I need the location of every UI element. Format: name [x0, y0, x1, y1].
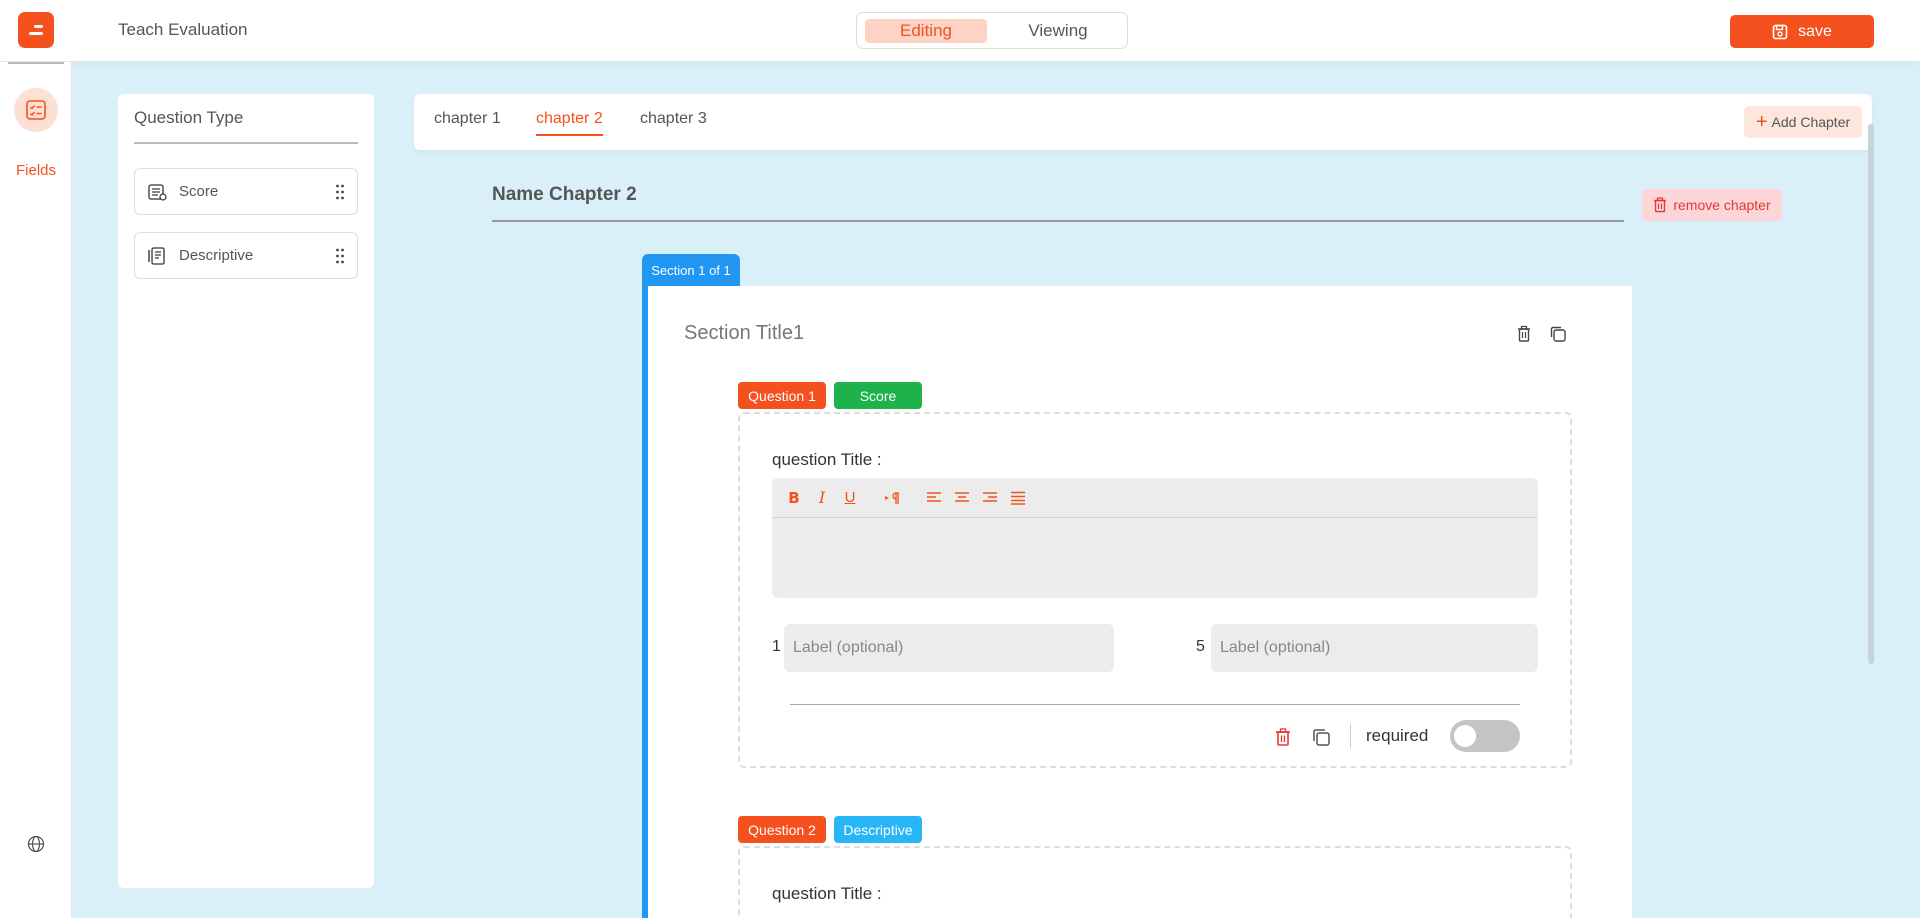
- viewing-mode-button[interactable]: Viewing: [997, 19, 1119, 43]
- section-title-input[interactable]: Section Title1: [684, 322, 804, 345]
- fields-nav-label[interactable]: Fields: [0, 162, 72, 179]
- app-title: Teach Evaluation: [118, 20, 248, 39]
- scale-max-value: 5: [1196, 638, 1205, 655]
- remove-chapter-label: remove chapter: [1673, 197, 1771, 213]
- question-type-label: Descriptive: [179, 247, 254, 264]
- scale-min-value: 1: [772, 638, 781, 655]
- descriptive-icon: [148, 246, 165, 265]
- section-tab[interactable]: Section 1 of 1: [642, 254, 740, 286]
- bold-icon[interactable]: B: [786, 489, 802, 507]
- scrollbar-thumb[interactable]: [1868, 124, 1874, 664]
- chapter-tabs-bar: chapter 1 chapter 2 chapter 3 + Add Chap…: [414, 94, 1872, 150]
- question-type-badge: Score: [834, 382, 922, 409]
- question-number-badge: Question 1: [738, 382, 826, 409]
- tab-chapter-3[interactable]: chapter 3: [640, 110, 707, 134]
- trash-icon: [1654, 197, 1667, 213]
- align-right-icon[interactable]: [982, 490, 998, 506]
- toggle-knob: [1454, 725, 1476, 747]
- question-number-badge: Question 2: [738, 816, 826, 843]
- required-label: required: [1366, 726, 1429, 745]
- question-title-label: question Title :: [772, 884, 882, 903]
- text-direction-icon[interactable]: [884, 490, 900, 506]
- italic-icon[interactable]: I: [814, 488, 830, 507]
- mode-toggle: Editing Viewing: [856, 12, 1128, 49]
- drag-handle-icon[interactable]: [335, 247, 345, 265]
- remove-chapter-button[interactable]: remove chapter: [1642, 189, 1782, 221]
- question-card: question Title : B I U 1 Label (optional…: [738, 412, 1572, 768]
- section-card: Section Title1 Question 1 Score question…: [642, 286, 1632, 918]
- top-bar: Teach Evaluation Editing Viewing save: [0, 0, 1920, 62]
- required-toggle[interactable]: [1450, 720, 1520, 752]
- editor-toolbar: B I U: [772, 478, 1538, 518]
- align-justify-icon[interactable]: [1010, 490, 1026, 506]
- chapter-name-input[interactable]: Name Chapter 2: [492, 184, 637, 206]
- question-type-badge: Descriptive: [834, 816, 922, 843]
- tab-chapter-1[interactable]: chapter 1: [434, 110, 501, 134]
- underline-icon[interactable]: U: [842, 489, 858, 506]
- save-button[interactable]: save: [1730, 15, 1874, 48]
- add-chapter-button[interactable]: + Add Chapter: [1744, 106, 1862, 138]
- plus-icon: +: [1755, 111, 1768, 133]
- fields-nav-button[interactable]: [14, 88, 58, 132]
- tab-chapter-2[interactable]: chapter 2: [536, 110, 603, 136]
- floppy-disk-icon: [1772, 24, 1788, 39]
- align-left-icon[interactable]: [926, 490, 942, 506]
- question-type-panel: Question Type Score Descriptive: [118, 94, 374, 888]
- scale-min-label-input[interactable]: [784, 624, 1114, 672]
- question-title-label: question Title :: [772, 450, 882, 469]
- rail-divider: [8, 62, 64, 64]
- question-card: question Title :: [738, 846, 1572, 918]
- delete-question-icon[interactable]: [1272, 726, 1294, 748]
- question-type-descriptive[interactable]: Descriptive: [134, 232, 358, 279]
- align-center-icon[interactable]: [954, 490, 970, 506]
- duplicate-section-icon[interactable]: [1548, 324, 1568, 344]
- score-icon: [148, 183, 167, 201]
- question-footer-divider: [790, 704, 1520, 705]
- app-logo[interactable]: [18, 12, 54, 48]
- save-label: save: [1798, 22, 1832, 40]
- question-type-label: Score: [179, 183, 219, 200]
- left-rail: Fields: [0, 62, 72, 918]
- add-chapter-label: Add Chapter: [1771, 114, 1851, 130]
- drag-handle-icon[interactable]: [335, 183, 345, 201]
- delete-section-icon[interactable]: [1514, 324, 1534, 344]
- editing-mode-button[interactable]: Editing: [865, 18, 987, 43]
- globe-icon[interactable]: [26, 834, 46, 854]
- footer-separator: [1350, 724, 1351, 748]
- question-type-title: Question Type: [134, 108, 244, 127]
- checklist-icon: [26, 100, 46, 120]
- question-type-underline: [134, 142, 358, 144]
- question-type-score[interactable]: Score: [134, 168, 358, 215]
- scale-max-label-input[interactable]: [1211, 624, 1538, 672]
- chapter-name-underline: [492, 220, 1624, 222]
- question-title-editor[interactable]: B I U: [772, 478, 1538, 598]
- duplicate-question-icon[interactable]: [1310, 726, 1332, 748]
